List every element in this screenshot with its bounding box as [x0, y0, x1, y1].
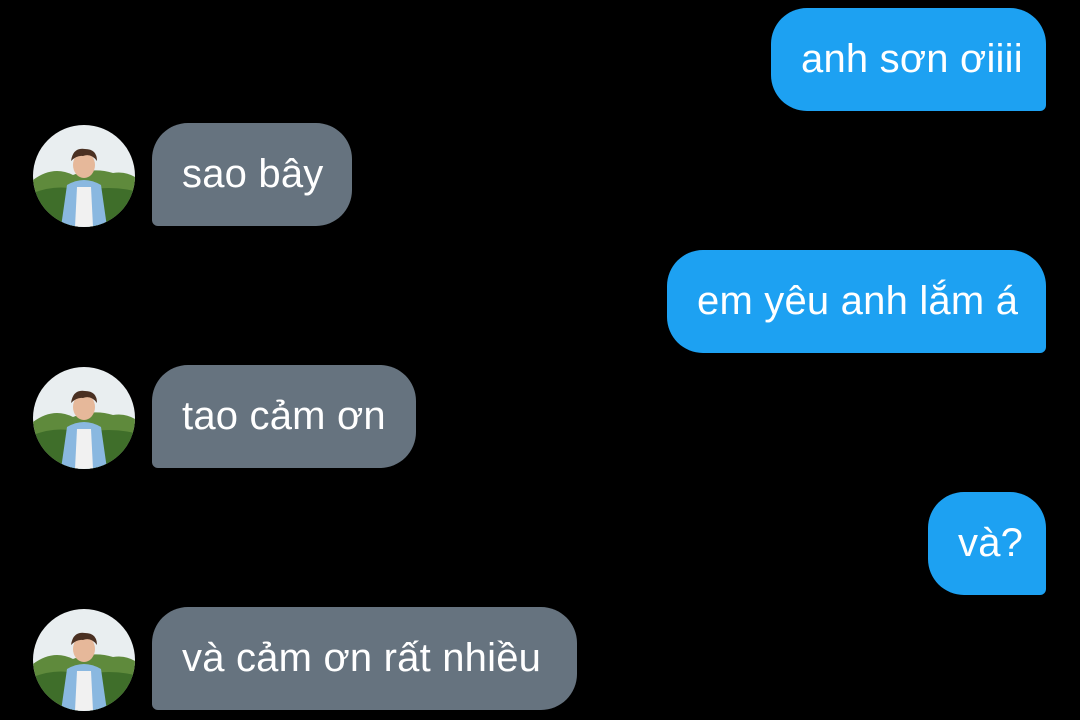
avatar-photo-icon	[33, 609, 135, 711]
incoming-message-bubble[interactable]: sao bây	[152, 123, 352, 226]
message-text: anh sơn ơiiii	[801, 37, 1023, 81]
contact-avatar[interactable]	[33, 125, 135, 227]
outgoing-message-bubble[interactable]: và?	[928, 492, 1046, 595]
message-text: và cảm ơn rất nhiều	[182, 636, 542, 680]
message-text: và?	[958, 521, 1024, 565]
incoming-message-bubble[interactable]: tao cảm ơn	[152, 365, 416, 468]
chat-thread: anh sơn ơiiii sao bây em yêu anh lắm á t…	[0, 0, 1080, 720]
avatar-photo-icon	[33, 125, 135, 227]
incoming-message-bubble[interactable]: và cảm ơn rất nhiều	[152, 607, 577, 710]
outgoing-message-bubble[interactable]: em yêu anh lắm á	[667, 250, 1046, 353]
message-text: sao bây	[182, 152, 324, 196]
avatar-photo-icon	[33, 367, 135, 469]
contact-avatar[interactable]	[33, 367, 135, 469]
contact-avatar[interactable]	[33, 609, 135, 711]
outgoing-message-bubble[interactable]: anh sơn ơiiii	[771, 8, 1046, 111]
message-text: tao cảm ơn	[182, 394, 386, 438]
message-text: em yêu anh lắm á	[697, 279, 1019, 323]
